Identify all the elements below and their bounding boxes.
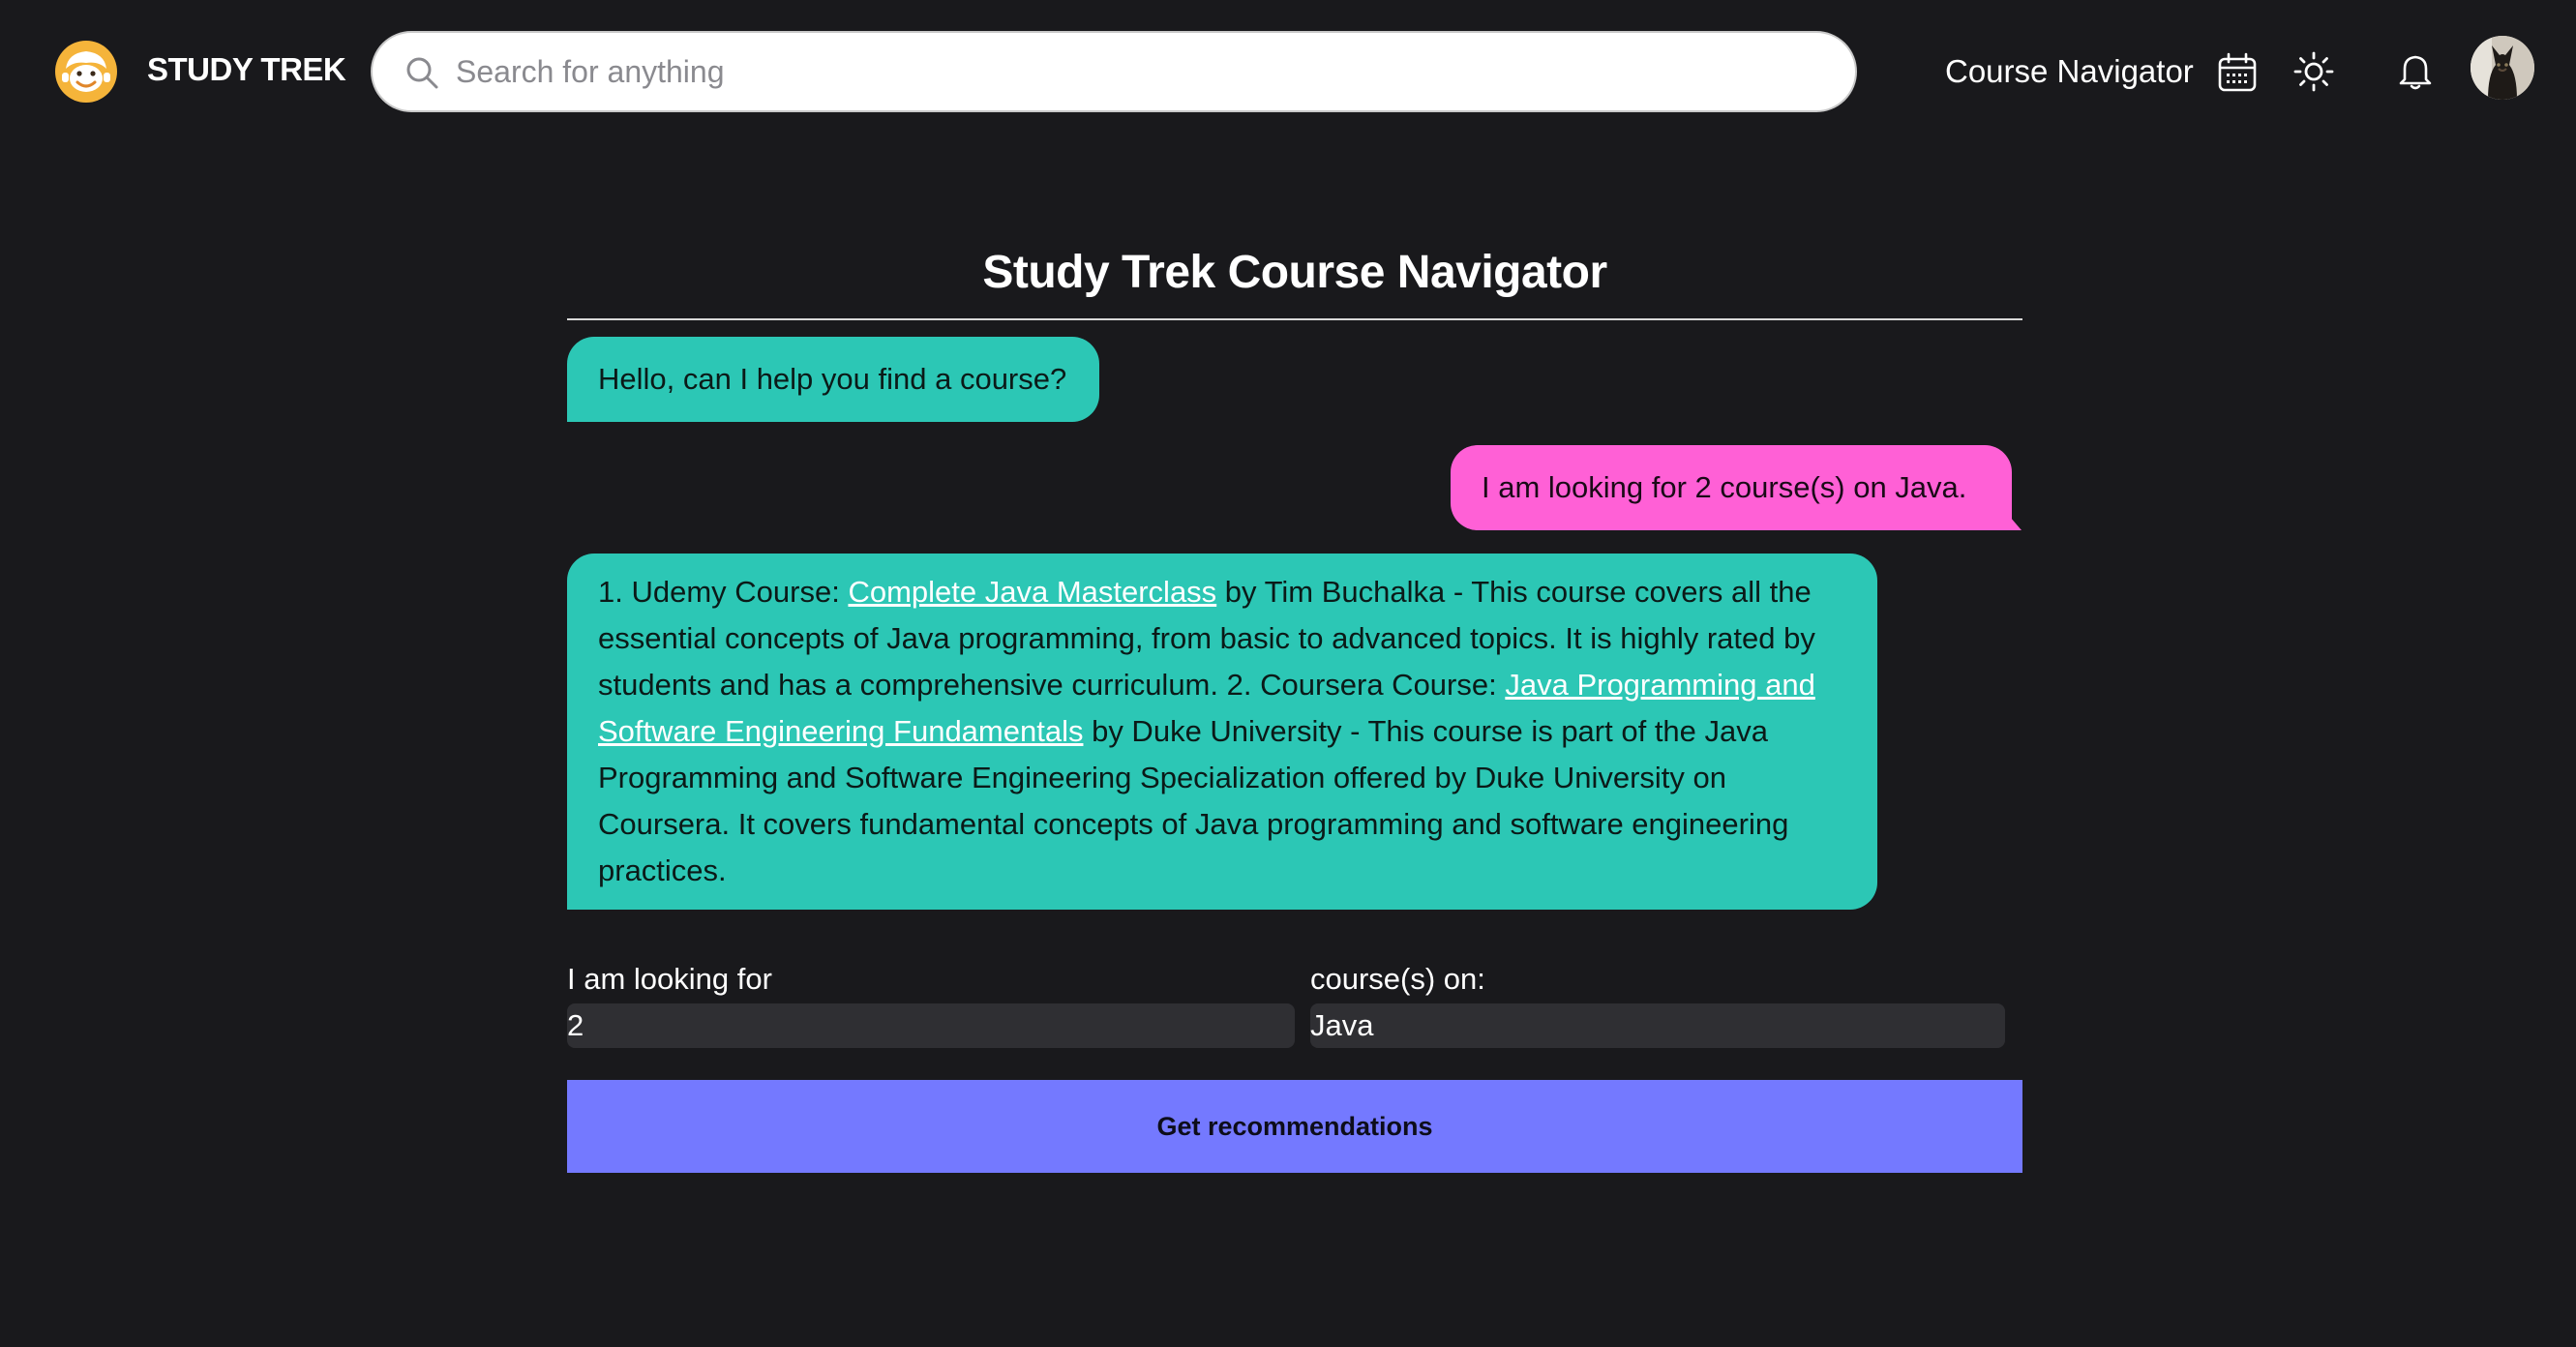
sun-icon[interactable]: [2292, 50, 2335, 93]
title-divider: [567, 318, 2022, 320]
bot-recommendation-message: 1. Udemy Course: Complete Java Mastercla…: [567, 554, 1877, 910]
page-title: Study Trek Course Navigator: [982, 247, 1607, 298]
study-trek-logo[interactable]: [54, 40, 118, 104]
bot-message: Hello, can I help you find a course?: [567, 337, 1099, 422]
message-text: 1. Udemy Course:: [598, 575, 849, 609]
course-count-label: I am looking for: [567, 962, 772, 996]
brand-name[interactable]: STUDY TREK: [147, 51, 346, 88]
user-avatar[interactable]: [2471, 36, 2534, 100]
bell-icon[interactable]: [2394, 49, 2437, 92]
calendar-icon[interactable]: [2216, 51, 2259, 94]
avatar-image: [2471, 36, 2534, 100]
course-topic-input[interactable]: [1310, 1003, 2005, 1048]
message-text: Hello, can I help you find a course?: [598, 362, 1067, 396]
user-message: I am looking for 2 course(s) on Java.: [1451, 445, 2022, 530]
search-input[interactable]: [454, 45, 1828, 99]
course-count-input[interactable]: [567, 1003, 1295, 1048]
message-text: I am looking for 2 course(s) on Java.: [1482, 470, 1967, 504]
search-icon: [406, 57, 438, 89]
top-navbar: STUDY TREK Course Navigator: [0, 0, 2576, 145]
course-topic-label: course(s) on:: [1310, 962, 1485, 996]
course-link-complete-java-masterclass[interactable]: Complete Java Masterclass: [848, 575, 1216, 609]
course-navigator-panel: Study Trek Course Navigator Hello, can I…: [567, 223, 2022, 1190]
get-recommendations-button[interactable]: Get recommendations: [567, 1080, 2022, 1173]
search-bar[interactable]: [371, 31, 1857, 112]
nav-course-navigator[interactable]: Course Navigator: [1945, 53, 2194, 90]
